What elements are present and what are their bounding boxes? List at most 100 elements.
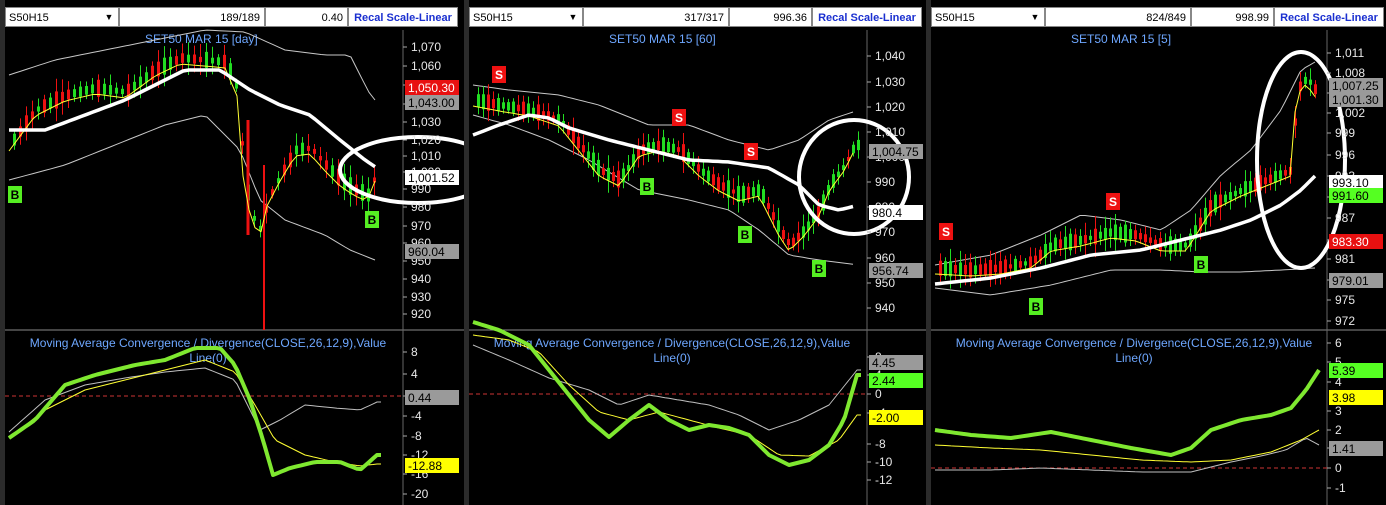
price-tick-label: 972 (1335, 314, 1355, 328)
candle-body (1274, 170, 1277, 183)
macd-tag-label: 2.44 (872, 374, 896, 388)
candle-body (857, 139, 860, 151)
macd-tag-label: -2.00 (872, 411, 900, 425)
candle-body (939, 260, 942, 276)
macd-tick-label: 0 (875, 387, 882, 401)
price-tick-label: 1,020 (875, 100, 905, 114)
price-tick-label: 1,010 (875, 125, 905, 139)
candle-body (1144, 234, 1147, 243)
price-tick-label: 1,020 (411, 133, 441, 147)
price-tag-label: 956.74 (872, 264, 909, 278)
candle-body (1229, 192, 1232, 200)
candle-body (1099, 231, 1102, 239)
candle-body (979, 264, 982, 275)
signal-label: B (1032, 300, 1041, 314)
candle-body (767, 203, 770, 209)
price-tag-label: 1,001.30 (1332, 93, 1379, 107)
candle-body (1234, 190, 1237, 197)
price-tick-label: 1,040 (875, 49, 905, 63)
candle-body (1249, 181, 1252, 193)
candle-body (325, 160, 328, 170)
candle-body (1134, 230, 1137, 240)
candle-body (1064, 236, 1067, 249)
candle-body (103, 83, 106, 95)
candle-body (1149, 237, 1152, 243)
signal-label: B (815, 262, 824, 276)
price-tick-label: 950 (875, 276, 895, 290)
signal-label: S (675, 111, 683, 125)
price-tag-label: 993.10 (1332, 176, 1369, 190)
macd-tick-label: 4 (411, 367, 418, 381)
candle-body (762, 189, 765, 203)
candle-body (67, 89, 70, 100)
chart-canvas[interactable]: SSSBBB1,0401,0301,0201,0101,000990980970… (469, 0, 926, 505)
candle-body (1014, 258, 1017, 272)
candle-body (133, 81, 136, 91)
candle-body (1074, 234, 1077, 248)
price-tick-label: 960 (875, 251, 895, 265)
candle-body (582, 145, 585, 153)
candle-body (1269, 174, 1272, 183)
candle-body (477, 94, 480, 108)
candle-body (964, 264, 967, 275)
candle-body (253, 215, 256, 221)
candle-body (241, 141, 244, 146)
candle-body (782, 230, 785, 239)
price-tag-label: 991.60 (1332, 189, 1369, 203)
signal-line (472, 334, 861, 457)
candle-body (959, 262, 962, 277)
candle-body (999, 261, 1002, 276)
price-tag-label: 980.4 (872, 206, 902, 220)
price-tag-label: 983.30 (1332, 235, 1369, 249)
price-tick-label: 1,002 (1335, 106, 1365, 120)
signal-line (8, 359, 381, 467)
candle-body (994, 264, 997, 273)
candle-body (752, 187, 755, 197)
price-tick-label: 999 (1335, 126, 1355, 140)
chart-canvas[interactable]: BB1,0701,0601,0501,0401,0301,0201,0101,0… (5, 0, 464, 505)
candle-body (115, 87, 118, 94)
candle-body (717, 177, 720, 190)
candle-body (109, 85, 112, 95)
candle-body (587, 151, 590, 159)
chart-panel-day: S50H15 ▼ 189/189 0.40 Recal Scale-Linear… (5, 0, 464, 505)
macd-tick-label: 2 (1335, 423, 1342, 437)
candle-body (677, 147, 680, 152)
candle-body (199, 56, 202, 63)
candle-body (211, 57, 214, 64)
chart-canvas[interactable]: SSBB1,0111,0081,0051,0029999969939909879… (931, 0, 1386, 505)
price-tick-label: 1,030 (875, 75, 905, 89)
candle-body (1054, 237, 1057, 252)
candle-body (1264, 177, 1267, 185)
chart-panel-5min: S50H15 ▼ 824/849 998.99 Recal Scale-Line… (931, 0, 1386, 505)
price-tag-label: 960.04 (408, 245, 445, 259)
candle-body (597, 159, 600, 176)
macd-tick-label: -10 (875, 455, 893, 469)
price-tick-label: 940 (411, 272, 431, 286)
macd-histogram-line (935, 438, 1320, 473)
candle-body (532, 107, 535, 115)
macd-tick-label: -12 (875, 473, 893, 487)
macd-tag-label: 1.41 (1332, 442, 1356, 456)
price-tag-label: 1,043.00 (408, 96, 455, 110)
price-tag-label: 1,050.30 (408, 81, 455, 95)
candle-body (1109, 228, 1112, 237)
candle-body (777, 220, 780, 232)
candle-body (722, 182, 725, 191)
price-tag-label: 979.01 (1332, 274, 1369, 288)
macd-tick-label: -1 (1335, 481, 1346, 495)
candle-body (517, 104, 520, 112)
candle-body (984, 263, 987, 275)
price-tick-label: 970 (875, 225, 895, 239)
candle-body (79, 86, 82, 97)
candle-body (707, 170, 710, 182)
price-tag-label: 1,004.75 (872, 145, 919, 159)
candle-body (482, 94, 485, 110)
macd-tag-label: -12.88 (408, 459, 442, 473)
candle-body (969, 262, 972, 278)
candle-body (307, 145, 310, 151)
candle-body (1304, 76, 1307, 84)
price-tick-label: 1,011 (1335, 46, 1364, 60)
macd-tick-label: -20 (411, 487, 429, 501)
candle-body (61, 91, 64, 103)
